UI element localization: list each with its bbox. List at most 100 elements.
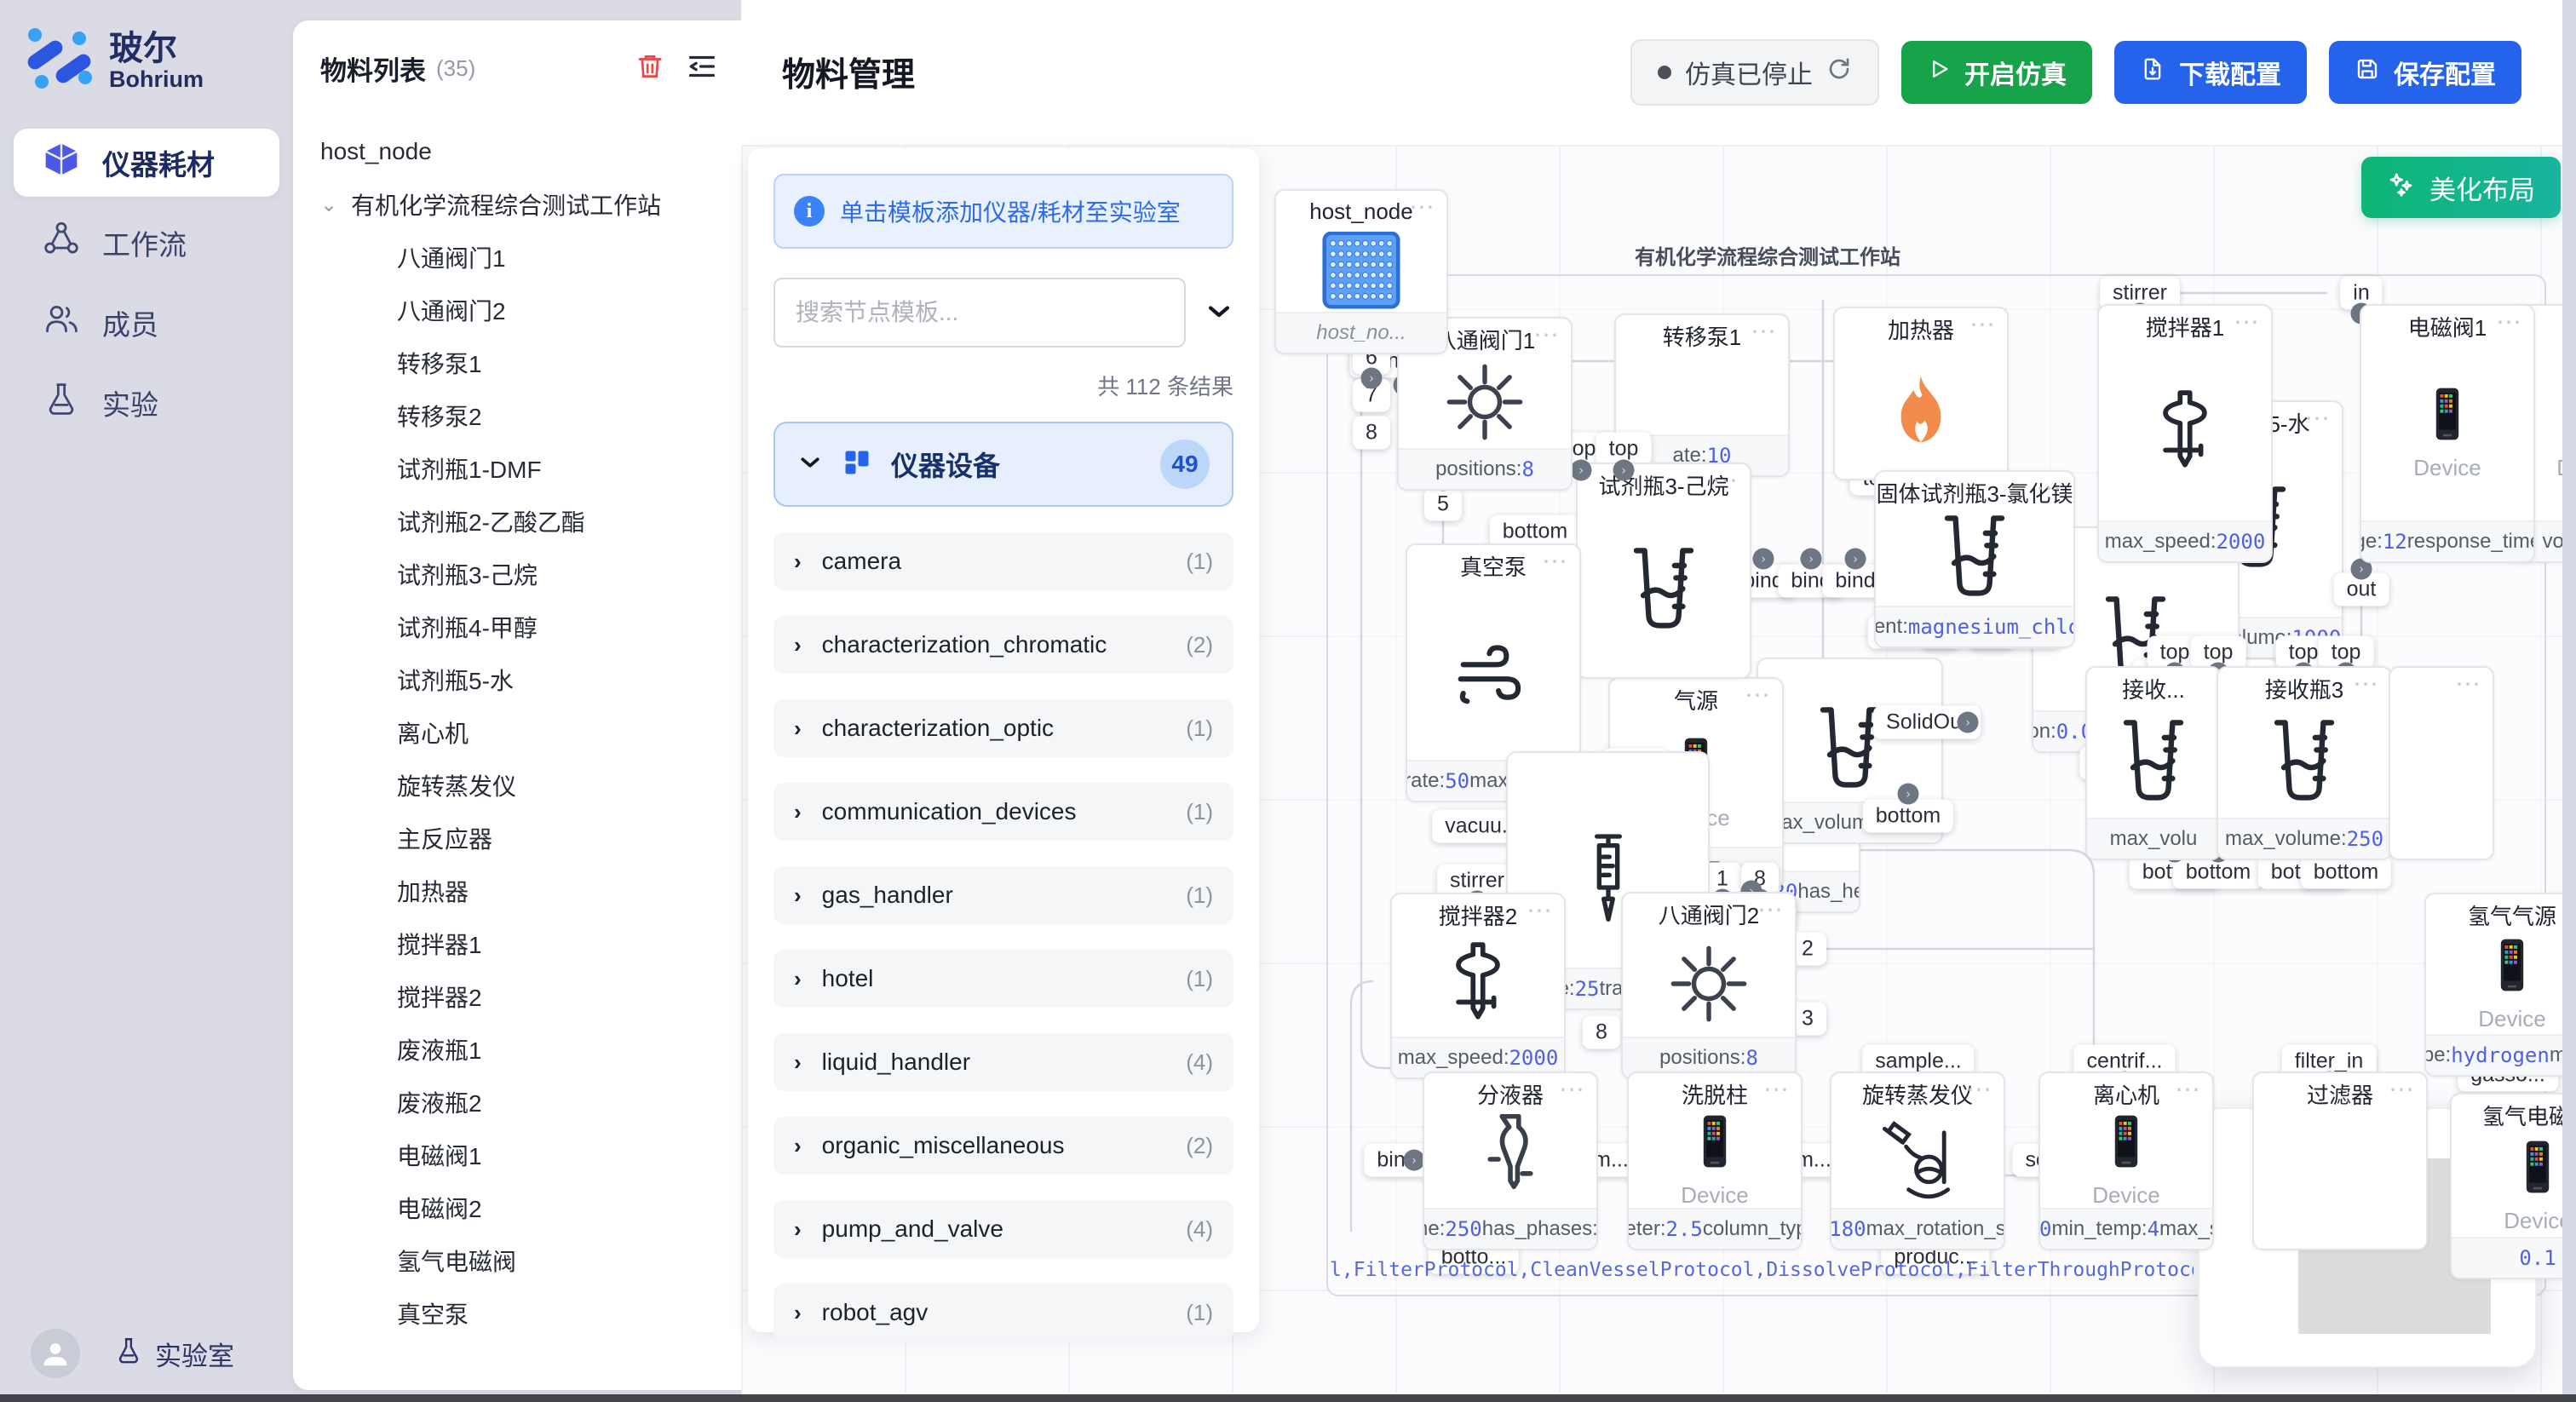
node-menu-icon[interactable]: ⋯ <box>2353 669 2380 699</box>
canvas-node-离心机[interactable]: 离心机⋯ Devicep: 40 min_temp: 4 max_spe <box>2038 1072 2214 1250</box>
sidebar: 玻尔 Bohrium 仪器耗材工作流成员实验 实验室 <box>0 0 293 1402</box>
canvas-node-固体试剂瓶3-氯化镁[interactable]: 固体试剂瓶3-氯化镁⋯hloridegent: magnesium_chlori… <box>1874 470 2075 648</box>
node-menu-icon[interactable]: ⋯ <box>1751 317 1778 347</box>
template-item-liquid_handler[interactable]: › liquid_handler (4) <box>773 1033 1233 1091</box>
template-item-communication_devices[interactable]: › communication_devices (1) <box>773 783 1233 841</box>
template-item-characterization_optic[interactable]: › characterization_optic (1) <box>773 699 1233 757</box>
canvas-node-洗脱柱[interactable]: 洗脱柱⋯ Devicediameter: 2.5 column_type: si <box>1627 1072 1803 1250</box>
node-menu-icon[interactable]: ⋯ <box>2455 669 2482 699</box>
tree-group[interactable]: ⌄有机化学流程综合测试工作站 <box>320 178 741 231</box>
canvas-node-接收...[interactable]: 接收...max_volu <box>2085 666 2222 860</box>
tree-item-0[interactable]: 八通阀门1 <box>320 231 741 284</box>
canvas-node-接收瓶3[interactable]: 接收瓶3⋯max_volume: 250 <box>2217 666 2392 860</box>
experiment-icon <box>43 381 80 425</box>
sim-status-pill[interactable]: 仿真已停止 <box>1630 39 1879 106</box>
canvas-node-加热器[interactable]: 加热器⋯ <box>1833 307 2009 480</box>
template-item-gas_handler[interactable]: › gas_handler (1) <box>773 866 1233 924</box>
canvas-node-搅拌器2[interactable]: 搅拌器2⋯max_speed: 2000 <box>1390 893 1566 1079</box>
tree-item-6[interactable]: 试剂瓶3-己烷 <box>320 548 741 600</box>
tree-item-18[interactable]: 电磁阀2 <box>320 1181 741 1234</box>
node-menu-icon[interactable]: ⋯ <box>1712 466 1739 496</box>
trash-icon[interactable] <box>635 52 664 85</box>
node-menu-icon[interactable]: ⋯ <box>1559 1075 1586 1105</box>
port-label-5: 5 <box>1424 488 1462 521</box>
node-menu-icon[interactable]: ⋯ <box>2496 307 2523 337</box>
canvas-node-unnamed-20[interactable]: ⋯ <box>2389 666 2494 860</box>
tree-item-14[interactable]: 搅拌器2 <box>320 970 741 1023</box>
search-input[interactable] <box>773 278 1186 348</box>
node-menu-icon[interactable]: ⋯ <box>2175 1075 2202 1105</box>
node-menu-icon[interactable]: ⋯ <box>1527 896 1554 926</box>
tree-item-2[interactable]: 转移泵1 <box>320 336 741 389</box>
canvas-node-搅拌器1[interactable]: 搅拌器1⋯max_speed: 2000 <box>2097 304 2273 563</box>
tree-item-8[interactable]: 试剂瓶5-水 <box>320 653 741 706</box>
tree-item-11[interactable]: 主反应器 <box>320 812 741 865</box>
tree-item-15[interactable]: 废液瓶1 <box>320 1023 741 1076</box>
canvas-node-八通阀门2[interactable]: 八通阀门2⋯positions: 8 <box>1621 892 1797 1079</box>
template-item-camera[interactable]: › camera (1) <box>773 532 1233 590</box>
sidebar-item-2[interactable]: 成员 <box>14 289 279 357</box>
template-item-characterization_chromatic[interactable]: › characterization_chromatic (2) <box>773 616 1233 674</box>
start-simulation-button[interactable]: 开启仿真 <box>1901 41 2092 104</box>
tree-item-9[interactable]: 离心机 <box>320 706 741 759</box>
canvas-node-电磁阀1[interactable]: 电磁阀1⋯ Devicevoltage: 12 response_time: 0… <box>2360 304 2535 563</box>
node-menu-icon[interactable]: ⋯ <box>1757 895 1785 925</box>
sidebar-item-0[interactable]: 仪器耗材 <box>14 129 279 197</box>
canvas-node-分液器[interactable]: 分液器⋯volume: 250 has_phases: true <box>1423 1072 1598 1250</box>
canvas-node-氢气电磁阀[interactable]: 氢气电磁阀 Device0.1 <box>2450 1093 2562 1279</box>
template-item-organic_miscellaneous[interactable]: › organic_miscellaneous (2) <box>773 1117 1233 1175</box>
brand-logo: 玻尔 Bohrium <box>0 0 293 98</box>
canvas-node-试剂瓶3-己烷[interactable]: 试剂瓶3-己烷⋯ <box>1576 463 1751 679</box>
node-menu-icon[interactable]: ⋯ <box>2389 1075 2416 1105</box>
sidebar-item-3[interactable]: 实验 <box>14 369 279 437</box>
node-menu-icon[interactable]: ⋯ <box>2036 474 2063 503</box>
flame-icon <box>1884 370 1958 459</box>
save-config-button[interactable]: 保存配置 <box>2329 41 2521 104</box>
tree-item-20[interactable]: 真空泵 <box>320 1287 741 1340</box>
node-menu-icon[interactable]: ⋯ <box>1409 192 1436 222</box>
tree-item-1[interactable]: 八通阀门2 <box>320 284 741 336</box>
template-item-pump_and_valve[interactable]: › pump_and_valve (4) <box>773 1200 1233 1258</box>
canvas-node-过滤器[interactable]: 过滤器⋯ <box>2252 1072 2428 1250</box>
template-item-hotel[interactable]: › hotel (1) <box>773 950 1233 1008</box>
node-params: p: 40 min_temp: 4 max_spe <box>2040 1208 2212 1249</box>
template-item-robot_agv[interactable]: › robot_agv (1) <box>773 1284 1233 1342</box>
tree-item-16[interactable]: 废液瓶2 <box>320 1076 741 1129</box>
chevron-down-icon[interactable]: ⌄ <box>320 192 337 217</box>
sidebar-item-lab[interactable]: 实验室 <box>114 1335 234 1373</box>
avatar[interactable] <box>31 1329 80 1378</box>
tree-item-10[interactable]: 旋转蒸发仪 <box>320 759 741 812</box>
tree-item-4[interactable]: 试剂瓶1-DMF <box>320 442 741 495</box>
canvas-node-host_node[interactable]: host_node⋯host_no... <box>1274 189 1448 354</box>
node-menu-icon[interactable]: ⋯ <box>1966 1075 1993 1105</box>
tree-item-5[interactable]: 试剂瓶2-乙酸乙酯 <box>320 495 741 548</box>
canvas-node-旋转蒸发仪[interactable]: 旋转蒸发仪⋯temp: 180 max_rotation_speed: <box>1830 1072 2005 1250</box>
tree-item-7[interactable]: 试剂瓶4-甲醇 <box>320 600 741 653</box>
collapse-list-icon[interactable] <box>687 51 717 86</box>
canvas-node-氢气气源[interactable]: 氢气气源⋯ Device_type: hydrogen max_pre <box>2424 893 2562 1077</box>
tree-root[interactable]: host_node <box>320 125 741 178</box>
tree-item-3[interactable]: 转移泵2 <box>320 389 741 442</box>
node-menu-icon[interactable]: ⋯ <box>2304 404 2332 434</box>
device-label: Device <box>2092 1182 2159 1208</box>
node-menu-icon[interactable]: ⋯ <box>1763 1075 1791 1105</box>
refresh-icon[interactable] <box>1826 56 1852 89</box>
node-title: 接收瓶3 <box>2265 673 2343 704</box>
chevron-down-icon[interactable] <box>1205 296 1233 330</box>
node-title: 洗脱柱 <box>1682 1078 1748 1110</box>
tree-item-17[interactable]: 电磁阀1 <box>320 1129 741 1181</box>
tree-item-13[interactable]: 搅拌器1 <box>320 917 741 970</box>
beautify-layout-button[interactable]: 美化布局 <box>2361 157 2561 218</box>
sidebar-item-1[interactable]: 工作流 <box>14 209 279 277</box>
page-scrollbar[interactable] <box>2562 0 2576 1402</box>
category-equipment[interactable]: 仪器设备 49 <box>773 422 1233 507</box>
node-menu-icon[interactable]: ⋯ <box>2234 307 2261 337</box>
tree-item-12[interactable]: 加热器 <box>320 865 741 917</box>
node-menu-icon[interactable]: ⋯ <box>1745 681 1772 710</box>
node-menu-icon[interactable]: ⋯ <box>1533 320 1561 350</box>
chevron-right-icon: › <box>794 715 802 742</box>
download-config-button[interactable]: 下载配置 <box>2114 41 2307 104</box>
node-menu-icon[interactable]: ⋯ <box>1969 310 1997 340</box>
tree-item-19[interactable]: 氢气电磁阀 <box>320 1234 741 1287</box>
node-menu-icon[interactable]: ⋯ <box>1542 547 1569 577</box>
